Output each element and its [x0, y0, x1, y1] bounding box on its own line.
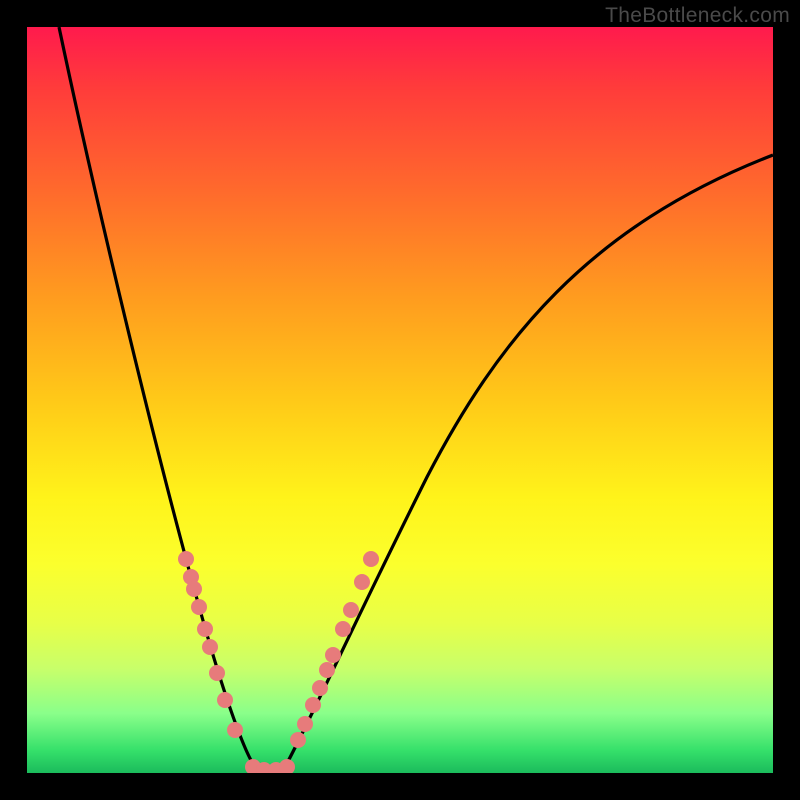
data-point — [363, 551, 379, 567]
data-point — [290, 732, 306, 748]
data-point — [178, 551, 194, 567]
data-point — [202, 639, 218, 655]
data-point — [335, 621, 351, 637]
chart-plot-area — [27, 27, 773, 773]
watermark-text: TheBottleneck.com — [605, 4, 790, 28]
data-point — [312, 680, 328, 696]
data-point — [197, 621, 213, 637]
data-point — [297, 716, 313, 732]
data-point — [191, 599, 207, 615]
chart-svg — [27, 27, 773, 773]
data-point — [305, 697, 321, 713]
data-point — [209, 665, 225, 681]
data-point — [343, 602, 359, 618]
data-point — [325, 647, 341, 663]
data-point — [217, 692, 233, 708]
curve-right — [285, 155, 773, 767]
data-point — [279, 759, 295, 773]
curve-left — [59, 27, 255, 767]
data-point — [354, 574, 370, 590]
dots-group — [178, 551, 379, 773]
data-point — [227, 722, 243, 738]
data-point — [186, 581, 202, 597]
data-point — [319, 662, 335, 678]
